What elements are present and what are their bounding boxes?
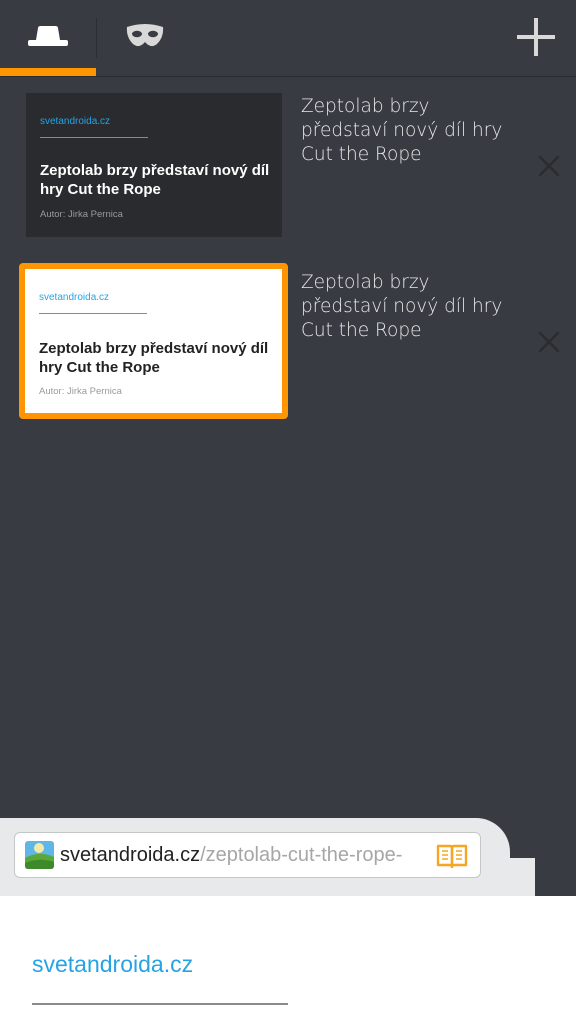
site-favicon-icon xyxy=(25,841,54,869)
url-bar-container: svetandroida.cz/zeptolab-cut-the-rope- xyxy=(0,808,576,898)
thumbnail-headline: Zeptolab brzy představí nový díl hry Cut… xyxy=(39,340,269,376)
url-path: /zeptolab-cut-the-rope- xyxy=(200,844,403,866)
add-tab-button[interactable] xyxy=(506,14,566,64)
plus-icon xyxy=(516,17,556,61)
page-site-name[interactable]: svetandroida.cz xyxy=(32,951,193,978)
url-text[interactable]: svetandroida.cz/zeptolab-cut-the-rope- xyxy=(60,844,430,867)
close-icon xyxy=(538,331,560,357)
page-content: svetandroida.cz xyxy=(0,896,576,1024)
thumbnail-divider xyxy=(40,137,148,138)
thumbnail-site-name: svetandroida.cz xyxy=(39,292,110,303)
page-divider xyxy=(32,1003,288,1005)
hat-icon xyxy=(27,25,69,51)
tab-item[interactable]: svetandroida.cz Zeptolab brzy představí … xyxy=(0,93,576,243)
mask-icon xyxy=(125,23,165,53)
tab-title: Zeptolab brzy představí nový díl hry Cut… xyxy=(301,272,503,341)
tab-title: Zeptolab brzy představí nový díl hry Cut… xyxy=(301,96,503,165)
thumbnail-author: Autor: Jirka Pernica xyxy=(39,386,122,397)
thumbnail-headline: Zeptolab brzy představí nový díl hry Cut… xyxy=(40,162,270,198)
close-tab-button[interactable] xyxy=(534,329,564,359)
selected-tab-indicator xyxy=(0,68,96,76)
thumbnail-site-name: svetandroida.cz xyxy=(40,116,111,127)
url-domain: svetandroida.cz xyxy=(60,844,201,866)
close-tab-button[interactable] xyxy=(534,153,564,183)
close-icon xyxy=(538,155,560,181)
tabs-tray-header xyxy=(0,0,576,77)
thumbnail-divider xyxy=(39,313,147,314)
private-tabs-button[interactable] xyxy=(97,0,193,76)
tab-item-selected[interactable]: svetandroida.cz Zeptolab brzy představí … xyxy=(0,263,576,419)
normal-tabs-button[interactable] xyxy=(0,0,96,76)
reader-mode-icon[interactable] xyxy=(435,842,469,870)
tab-thumbnail[interactable]: svetandroida.cz Zeptolab brzy představí … xyxy=(19,263,288,419)
thumbnail-author: Autor: Jirka Pernica xyxy=(40,209,123,220)
url-bar-tab-curve xyxy=(535,808,576,898)
url-field[interactable]: svetandroida.cz/zeptolab-cut-the-rope- xyxy=(14,832,481,878)
tab-thumbnail[interactable]: svetandroida.cz Zeptolab brzy představí … xyxy=(26,93,282,237)
